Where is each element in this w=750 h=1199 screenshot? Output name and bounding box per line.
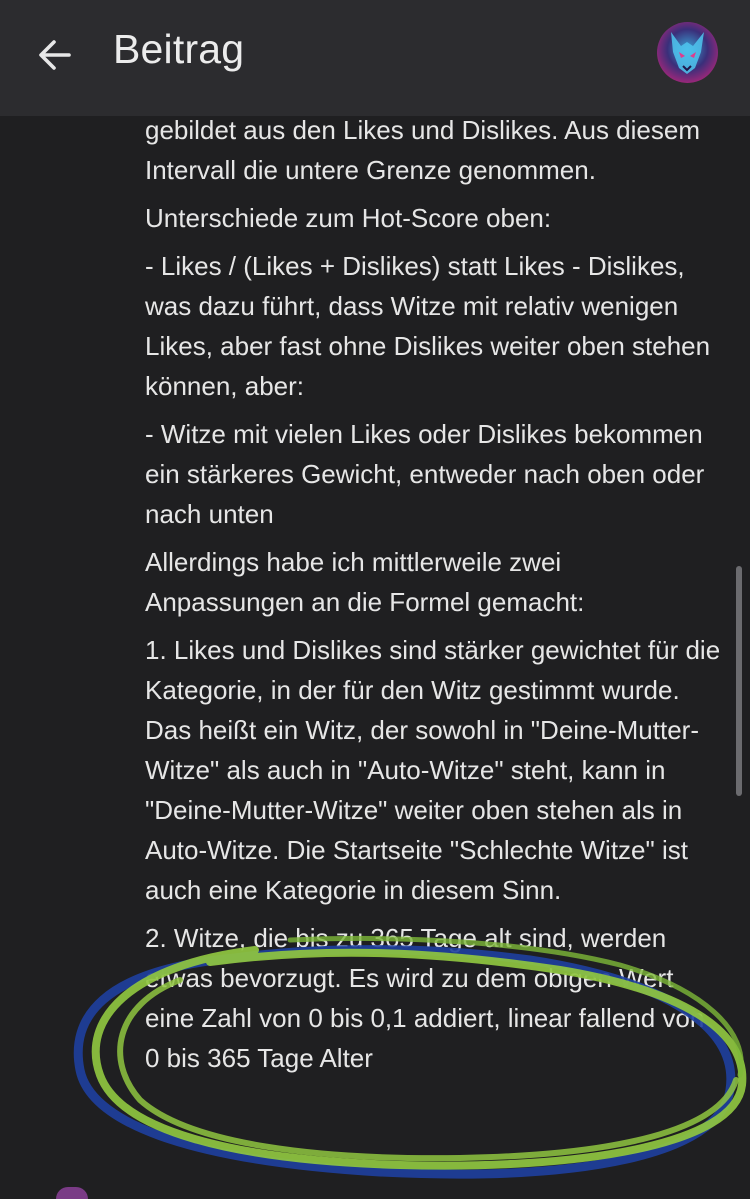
paragraph: gebildet aus den Likes und Dislikes. Aus… [145, 116, 700, 185]
scrollbar[interactable] [736, 566, 742, 796]
wolf-avatar-icon [657, 22, 718, 83]
back-button[interactable] [30, 30, 80, 80]
paragraph: - Witze mit vielen Likes oder Dislikes b… [145, 419, 705, 529]
paragraph: Unterschiede zum Hot-Score oben: [145, 203, 552, 233]
paragraph: 2. Witze, die bis zu 365 Tage alt sind, … [145, 923, 705, 1073]
arrow-left-icon [39, 40, 71, 70]
post-content: gebildet aus den Likes und Dislikes. Aus… [0, 116, 750, 1193]
post-body: gebildet aus den Likes und Dislikes. Aus… [145, 116, 725, 1086]
app-header: Beitrag [0, 0, 750, 116]
avatar[interactable] [657, 22, 718, 83]
next-post-avatar [56, 1187, 88, 1199]
page-title: Beitrag [113, 26, 245, 72]
paragraph: Allerdings habe ich mittlerweile zwei An… [145, 547, 585, 617]
paragraph: 1. Likes und Dislikes sind stärker gewic… [145, 635, 721, 905]
paragraph: - Likes / (Likes + Dislikes) statt Likes… [145, 251, 711, 401]
